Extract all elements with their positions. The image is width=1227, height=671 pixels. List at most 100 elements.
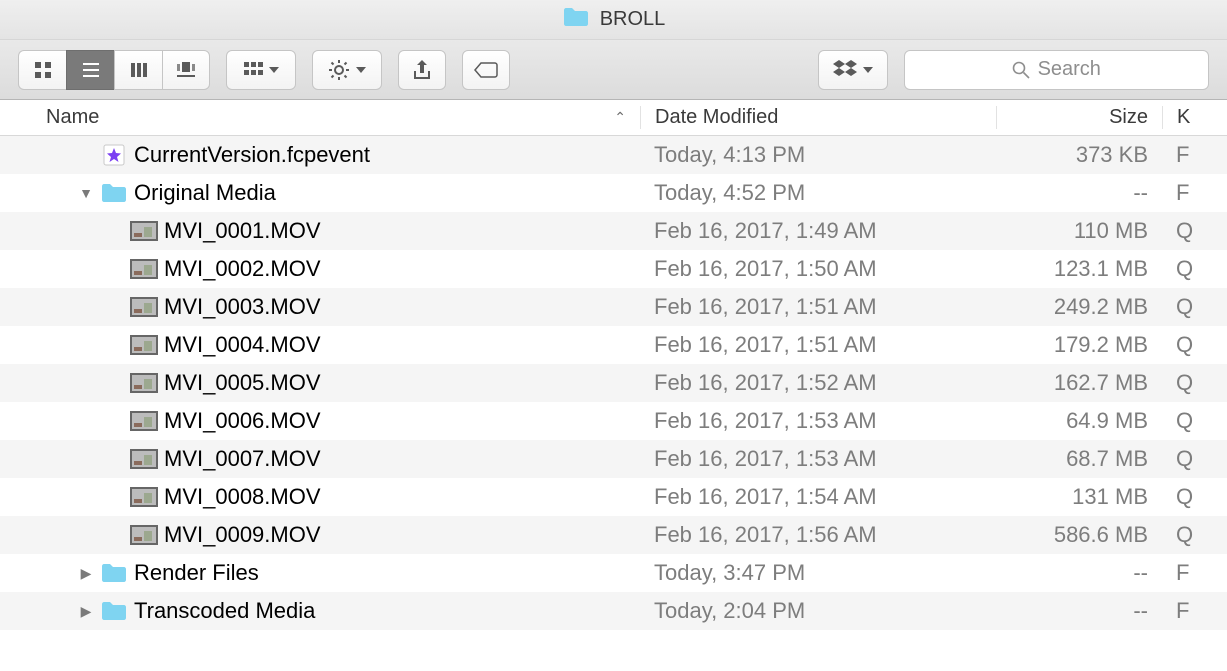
file-name: MVI_0007.MOV [164,446,321,472]
view-column-button[interactable] [114,50,162,90]
file-name: MVI_0009.MOV [164,522,321,548]
file-row[interactable]: ▶ Render Files Today, 3:47 PM--F [0,554,1227,592]
disclosure-triangle[interactable]: ▶ [78,603,94,620]
file-name: MVI_0005.MOV [164,370,321,396]
file-date: Feb 16, 2017, 1:49 AM [640,218,996,244]
file-row[interactable]: ▼Original MediaToday, 4:52 PM--F [0,174,1227,212]
file-date: Feb 16, 2017, 1:53 AM [640,408,996,434]
file-size: 123.1 MB [996,256,1162,282]
column-size[interactable]: Size [996,106,1162,129]
titlebar: BROLL [0,0,1227,40]
chevron-down-icon [356,67,366,73]
file-kind: Q [1162,446,1227,472]
search-icon [1012,61,1030,79]
file-name: Original Media [134,180,276,206]
file-size: 162.7 MB [996,370,1162,396]
sort-ascending-icon: ⌃ [614,109,626,126]
movie-icon [130,257,158,281]
disclosure-triangle[interactable]: ▶ [78,565,94,582]
file-row[interactable]: ▶MVI_0007.MOVFeb 16, 2017, 1:53 AM68.7 M… [0,440,1227,478]
file-row[interactable]: ▶MVI_0006.MOVFeb 16, 2017, 1:53 AM64.9 M… [0,402,1227,440]
file-date: Feb 16, 2017, 1:52 AM [640,370,996,396]
file-date: Today, 3:47 PM [640,560,996,586]
share-button[interactable] [398,50,446,90]
file-date: Today, 2:04 PM [640,598,996,624]
column-date[interactable]: Date Modified [640,106,996,129]
file-name: MVI_0002.MOV [164,256,321,282]
file-kind: Q [1162,408,1227,434]
action-button[interactable] [312,50,382,90]
file-size: 68.7 MB [996,446,1162,472]
column-name[interactable]: Name ⌃ [0,106,640,129]
share-icon [412,59,432,81]
chevron-down-icon [269,67,279,73]
file-name: MVI_0003.MOV [164,294,321,320]
file-size: 64.9 MB [996,408,1162,434]
file-row[interactable]: ▶MVI_0009.MOVFeb 16, 2017, 1:56 AM586.6 … [0,516,1227,554]
file-date: Feb 16, 2017, 1:56 AM [640,522,996,548]
movie-icon [130,371,158,395]
file-size: 373 KB [996,142,1162,168]
file-name: Transcoded Media [134,598,315,624]
file-date: Feb 16, 2017, 1:53 AM [640,446,996,472]
column-headers: Name ⌃ Date Modified Size K [0,100,1227,136]
file-name: MVI_0004.MOV [164,332,321,358]
disclosure-triangle[interactable]: ▼ [78,185,94,201]
tag-icon [473,61,499,79]
file-kind: Q [1162,294,1227,320]
file-name: CurrentVersion.fcpevent [134,142,370,168]
folder-icon [562,6,590,33]
view-list-button[interactable] [66,50,114,90]
dropbox-button[interactable] [818,50,888,90]
toolbar: Search [0,40,1227,100]
file-row[interactable]: ▶MVI_0005.MOVFeb 16, 2017, 1:52 AM162.7 … [0,364,1227,402]
file-size: 249.2 MB [996,294,1162,320]
movie-icon [130,295,158,319]
file-row[interactable]: ▶ Transcoded Media Today, 2:04 PM--F [0,592,1227,630]
folder-icon [100,599,128,623]
search-field[interactable]: Search [904,50,1210,90]
file-size: -- [996,560,1162,586]
file-size: -- [996,180,1162,206]
file-row[interactable]: ▶MVI_0008.MOVFeb 16, 2017, 1:54 AM131 MB… [0,478,1227,516]
file-row[interactable]: ▶CurrentVersion.fcpeventToday, 4:13 PM37… [0,136,1227,174]
file-kind: Q [1162,484,1227,510]
movie-icon [130,447,158,471]
file-kind: F [1162,598,1227,624]
arrange-button[interactable] [226,50,296,90]
movie-icon [130,333,158,357]
file-name: MVI_0006.MOV [164,408,321,434]
file-row[interactable]: ▶MVI_0003.MOVFeb 16, 2017, 1:51 AM249.2 … [0,288,1227,326]
file-row[interactable]: ▶MVI_0001.MOVFeb 16, 2017, 1:49 AM110 MB… [0,212,1227,250]
file-kind: Q [1162,370,1227,396]
view-coverflow-button[interactable] [162,50,210,90]
file-date: Feb 16, 2017, 1:50 AM [640,256,996,282]
file-date: Feb 16, 2017, 1:54 AM [640,484,996,510]
file-row[interactable]: ▶MVI_0004.MOVFeb 16, 2017, 1:51 AM179.2 … [0,326,1227,364]
file-kind: F [1162,142,1227,168]
file-size: 110 MB [996,218,1162,244]
dropbox-icon [833,60,857,80]
file-size: -- [996,598,1162,624]
view-mode-segment [18,50,210,90]
file-size: 131 MB [996,484,1162,510]
window-title: BROLL [600,8,666,31]
view-icon-button[interactable] [18,50,66,90]
search-placeholder: Search [1038,58,1101,81]
tags-button[interactable] [462,50,510,90]
file-kind: Q [1162,522,1227,548]
movie-icon [130,409,158,433]
file-row[interactable]: ▶MVI_0002.MOVFeb 16, 2017, 1:50 AM123.1 … [0,250,1227,288]
movie-icon [130,485,158,509]
folder-icon [100,181,128,205]
file-date: Feb 16, 2017, 1:51 AM [640,294,996,320]
folder-icon [100,561,128,585]
file-date: Today, 4:13 PM [640,142,996,168]
file-date: Feb 16, 2017, 1:51 AM [640,332,996,358]
column-kind[interactable]: K [1162,106,1227,129]
file-kind: Q [1162,256,1227,282]
file-kind: Q [1162,218,1227,244]
file-kind: F [1162,560,1227,586]
chevron-down-icon [863,67,873,73]
file-name: Render Files [134,560,259,586]
